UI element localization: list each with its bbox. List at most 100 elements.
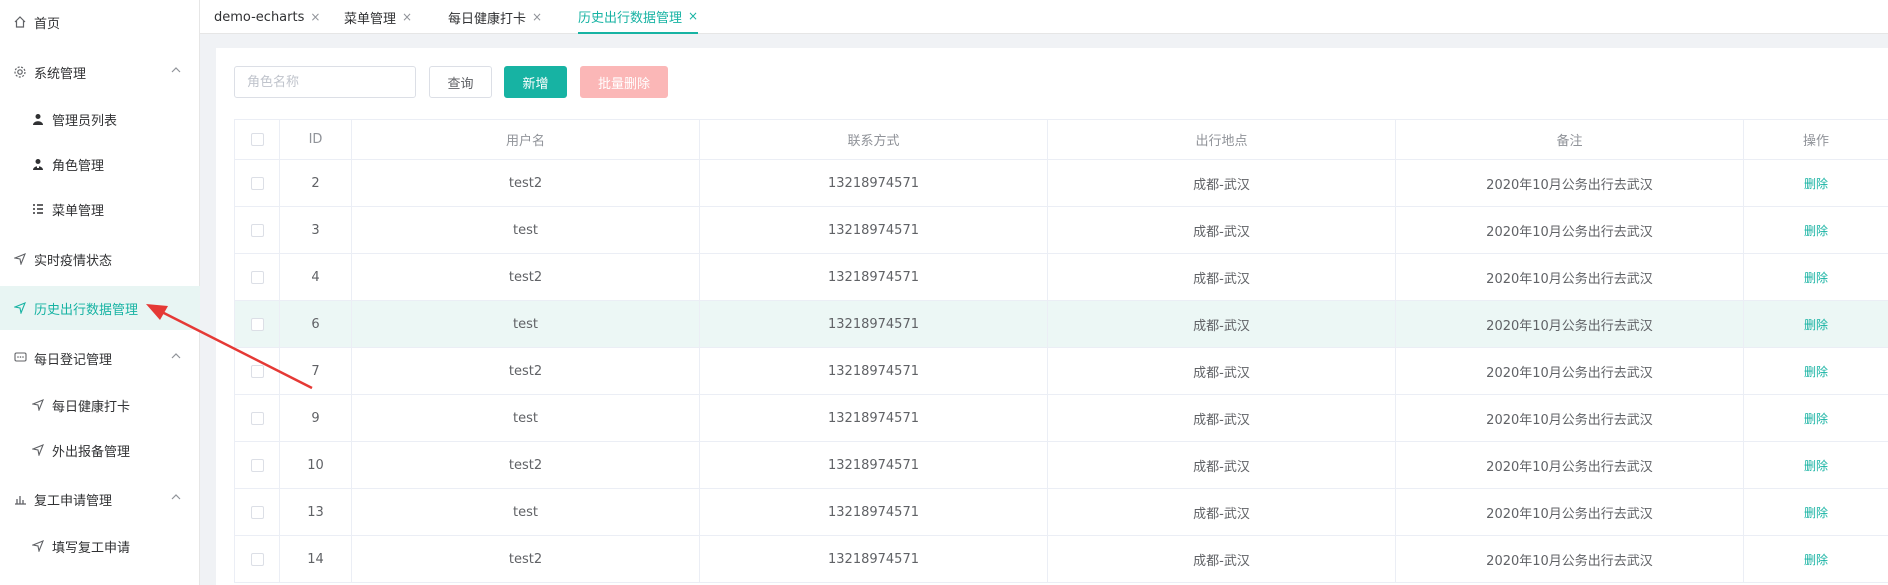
tab-demo-echarts[interactable]: demo-echarts × bbox=[214, 0, 320, 34]
sidebar-item-menu[interactable]: 菜单管理 bbox=[0, 187, 200, 231]
sidebar-item-admin-list[interactable]: 管理员列表 bbox=[0, 97, 200, 141]
cell-contact: 13218974571 bbox=[699, 347, 1048, 395]
row-select-cell[interactable] bbox=[234, 159, 280, 207]
select-all-cell[interactable] bbox=[234, 119, 280, 160]
row-select-cell[interactable] bbox=[234, 300, 280, 348]
add-button[interactable]: 新增 bbox=[504, 66, 567, 98]
cell-username: test bbox=[351, 488, 700, 536]
sidebar-item-label: 首页 bbox=[34, 16, 61, 32]
sidebar-item-label: 填写复工申请 bbox=[52, 540, 131, 556]
cell-username: test2 bbox=[351, 441, 700, 489]
close-icon[interactable]: × bbox=[310, 10, 320, 24]
table-row: 13 test 13218974571 成都-武汉 2020年10月公务出行去武汉 删除 bbox=[234, 488, 1888, 536]
row-checkbox[interactable] bbox=[250, 364, 264, 378]
sidebar-item-daily-register[interactable]: 每日登记管理 bbox=[0, 336, 200, 380]
cell-note: 2020年10月公务出行去武汉 bbox=[1395, 488, 1744, 536]
row-checkbox[interactable] bbox=[250, 411, 264, 425]
tab-history-travel[interactable]: 历史出行数据管理 × bbox=[578, 0, 699, 34]
sidebar-item-resume-apply[interactable]: 填写复工申请 bbox=[0, 524, 200, 568]
close-icon[interactable]: × bbox=[688, 9, 698, 23]
delete-link[interactable]: 删除 bbox=[1804, 365, 1828, 379]
cell-action: 删除 bbox=[1743, 159, 1888, 207]
cell-id: 14 bbox=[279, 535, 352, 583]
row-select-cell[interactable] bbox=[234, 535, 280, 583]
sidebar-item-label: 外出报备管理 bbox=[52, 444, 131, 460]
row-select-cell[interactable] bbox=[234, 347, 280, 395]
chevron-up-icon bbox=[171, 494, 181, 500]
sidebar-item-health-checkin[interactable]: 每日健康打卡 bbox=[0, 383, 200, 427]
row-select-cell[interactable] bbox=[234, 206, 280, 254]
batch-delete-button[interactable]: 批量删除 bbox=[580, 66, 668, 98]
cell-action: 删除 bbox=[1743, 488, 1888, 536]
row-checkbox[interactable] bbox=[250, 552, 264, 566]
cell-username: test2 bbox=[351, 159, 700, 207]
row-select-cell[interactable] bbox=[234, 394, 280, 442]
query-button[interactable]: 查询 bbox=[429, 66, 492, 98]
cell-location: 成都-武汉 bbox=[1047, 535, 1396, 583]
delete-link[interactable]: 删除 bbox=[1804, 224, 1828, 238]
select-all-checkbox[interactable] bbox=[250, 133, 264, 146]
delete-link[interactable]: 删除 bbox=[1804, 459, 1828, 473]
main-content: 查询 新增 批量删除 ID 用户名 联系方式 出行地点 备注 操作 2test2… bbox=[216, 48, 1888, 585]
sidebar-item-label: 管理员列表 bbox=[52, 113, 118, 129]
sidebar-item-role[interactable]: 角色管理 bbox=[0, 142, 200, 186]
row-select-cell[interactable] bbox=[234, 441, 280, 489]
column-header: ID bbox=[279, 119, 352, 160]
cell-location: 成都-武汉 bbox=[1047, 488, 1396, 536]
row-checkbox[interactable] bbox=[250, 317, 264, 331]
row-checkbox[interactable] bbox=[250, 223, 264, 237]
cell-action: 删除 bbox=[1743, 347, 1888, 395]
sidebar-item-epidemic[interactable]: 实时疫情状态 bbox=[0, 237, 200, 281]
cell-note: 2020年10月公务出行去武汉 bbox=[1395, 394, 1744, 442]
cell-username: test bbox=[351, 300, 700, 348]
column-header: 用户名 bbox=[351, 119, 700, 160]
delete-link[interactable]: 删除 bbox=[1804, 318, 1828, 332]
role-name-search-input[interactable] bbox=[234, 66, 416, 98]
cell-contact: 13218974571 bbox=[699, 253, 1048, 301]
tab-health-checkin[interactable]: 每日健康打卡 × bbox=[448, 0, 542, 34]
sidebar: 首页 系统管理 管理员列表 角色管理 菜单管理 实时疫情状态 历史出行数据管理 … bbox=[0, 0, 200, 585]
row-select-cell[interactable] bbox=[234, 488, 280, 536]
cell-note: 2020年10月公务出行去武汉 bbox=[1395, 159, 1744, 207]
cell-contact: 13218974571 bbox=[699, 535, 1048, 583]
tab-label: 历史出行数据管理 bbox=[578, 10, 683, 26]
sidebar-item-system[interactable]: 系统管理 bbox=[0, 50, 200, 94]
tab-menu-management[interactable]: 菜单管理 × bbox=[344, 0, 412, 34]
cell-username: test bbox=[351, 206, 700, 254]
row-select-cell[interactable] bbox=[234, 253, 280, 301]
cell-contact: 13218974571 bbox=[699, 394, 1048, 442]
cell-location: 成都-武汉 bbox=[1047, 347, 1396, 395]
delete-link[interactable]: 删除 bbox=[1804, 177, 1828, 191]
cell-id: 3 bbox=[279, 206, 352, 254]
row-checkbox[interactable] bbox=[250, 176, 264, 190]
cell-username: test bbox=[351, 394, 700, 442]
send-icon bbox=[12, 251, 28, 267]
row-checkbox[interactable] bbox=[250, 458, 264, 472]
tab-label: 每日健康打卡 bbox=[448, 11, 527, 27]
cell-note: 2020年10月公务出行去武汉 bbox=[1395, 206, 1744, 254]
row-checkbox[interactable] bbox=[250, 270, 264, 284]
delete-link[interactable]: 删除 bbox=[1804, 271, 1828, 285]
table-row: 3 test 13218974571 成都-武汉 2020年10月公务出行去武汉 删除 bbox=[234, 206, 1888, 254]
sidebar-item-history-travel[interactable]: 历史出行数据管理 bbox=[0, 286, 200, 330]
sidebar-item-label: 角色管理 bbox=[52, 158, 105, 174]
row-checkbox[interactable] bbox=[250, 505, 264, 519]
chevron-up-icon bbox=[171, 67, 181, 73]
column-header: 备注 bbox=[1395, 119, 1744, 160]
close-icon[interactable]: × bbox=[532, 10, 542, 24]
gear-icon bbox=[12, 64, 28, 80]
delete-link[interactable]: 删除 bbox=[1804, 553, 1828, 567]
sidebar-item-resume-work[interactable]: 复工申请管理 bbox=[0, 477, 200, 521]
role-icon bbox=[30, 156, 46, 172]
column-header: 操作 bbox=[1743, 119, 1888, 160]
close-icon[interactable]: × bbox=[402, 10, 412, 24]
cell-location: 成都-武汉 bbox=[1047, 206, 1396, 254]
sidebar-item-label: 每日健康打卡 bbox=[52, 399, 131, 415]
delete-link[interactable]: 删除 bbox=[1804, 412, 1828, 426]
sidebar-item-outing-report[interactable]: 外出报备管理 bbox=[0, 428, 200, 472]
sidebar-item-label: 历史出行数据管理 bbox=[34, 302, 139, 318]
sidebar-item-home[interactable]: 首页 bbox=[0, 0, 200, 44]
delete-link[interactable]: 删除 bbox=[1804, 506, 1828, 520]
column-header: 联系方式 bbox=[699, 119, 1048, 160]
send-icon bbox=[12, 300, 28, 316]
